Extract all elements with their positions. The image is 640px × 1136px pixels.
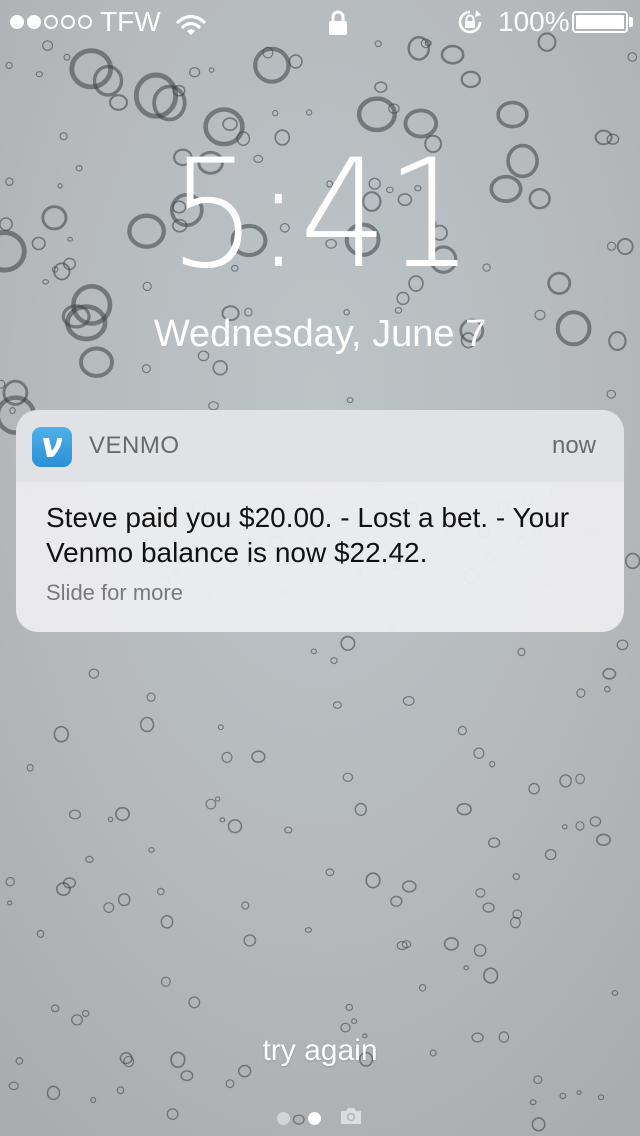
battery-icon (572, 11, 628, 33)
lock-screen-date: Wednesday, June 7 (153, 313, 487, 355)
battery-percentage: 100% (498, 6, 570, 37)
padlock-icon (328, 10, 348, 43)
page-indicator (277, 1106, 363, 1131)
notification-message: Steve paid you $20.00. - Lost a bet. - Y… (46, 502, 570, 568)
rotation-lock-icon (456, 9, 484, 42)
battery-cap (629, 17, 633, 27)
signal-strength-icon (10, 15, 92, 29)
venmo-notification[interactable]: VENMO now Steve paid you $20.00. - Lost … (16, 410, 624, 632)
venmo-v-icon (32, 427, 72, 467)
status-bar: TFW 100% (0, 0, 640, 40)
notification-header: VENMO now (16, 410, 624, 482)
battery-fill (576, 15, 624, 29)
notification-time: now (551, 432, 596, 459)
unlock-hint-text: try again (262, 1034, 378, 1067)
page-dot-active (308, 1112, 321, 1125)
lock-screen-time: 5:41 (168, 128, 473, 302)
wifi-icon (176, 12, 206, 44)
camera-icon[interactable] (339, 1106, 363, 1131)
carrier-name: TFW (100, 6, 161, 37)
page-dot (277, 1112, 290, 1125)
notification-slide-hint: Slide for more (46, 580, 183, 605)
notification-app-name: VENMO (89, 432, 180, 459)
